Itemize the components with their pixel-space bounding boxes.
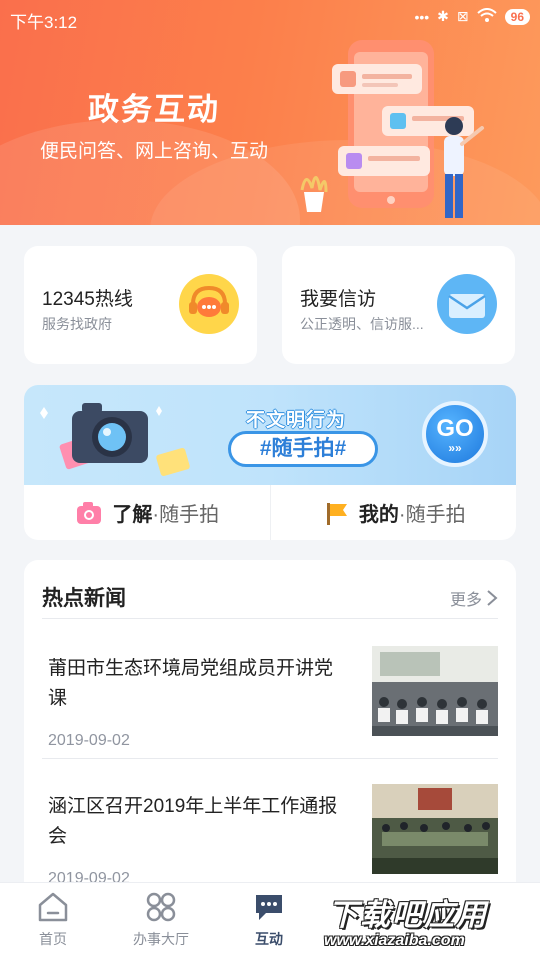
envelope-icon: [437, 274, 497, 334]
status-icons: ••• ✱ ⊠ 96: [414, 8, 530, 25]
pink-camera-icon: [77, 501, 102, 524]
hotline-12345-card[interactable]: 12345热线 服务找政府: [24, 246, 257, 364]
snapshot-banner[interactable]: 不文明行为 #随手拍# GO »»: [24, 385, 516, 485]
my-snapshot-link[interactable]: 我的·随手拍: [269, 485, 517, 540]
camera-icon: [40, 403, 190, 476]
my-label: 我的: [358, 504, 399, 526]
more-news-link[interactable]: 更多: [450, 586, 498, 610]
tab-service-hall[interactable]: 办事大厅: [116, 891, 206, 949]
go-button[interactable]: GO »»: [422, 401, 488, 467]
hotline-title: 12345热线: [42, 289, 133, 310]
tab-service-hall-label: 办事大厅: [133, 931, 189, 947]
my-suffix: ·随手拍: [398, 504, 466, 526]
learn-label: 了解: [112, 504, 153, 526]
status-time: 下午3:12: [10, 13, 78, 32]
snapshot-hashtag: #随手拍#: [228, 431, 378, 467]
more-label: 更多: [449, 592, 482, 609]
news-title: 涵江区召开2019年上半年工作通报会: [48, 796, 338, 847]
go-label: GO: [436, 415, 474, 442]
watermark-title: 下载吧应用: [328, 899, 488, 932]
hot-news-section: 热点新闻 更多 莆田市生态环境局党组成员开讲党课 2019-09-02 涵江区召…: [24, 560, 516, 890]
phone-illustration-icon: [300, 40, 484, 218]
hotline-subtitle: 服务找政府: [42, 316, 112, 332]
home-icon: [38, 892, 68, 922]
news-date: 2019-09-02: [48, 732, 130, 749]
status-bar: 下午3:12 ••• ✱ ⊠ 96: [0, 0, 540, 36]
tab-interaction[interactable]: 互动: [224, 891, 314, 949]
more-dots-icon: •••: [414, 8, 430, 25]
learn-snapshot-link[interactable]: 了解·随手拍: [24, 485, 270, 540]
grid-icon: [146, 892, 176, 922]
page-subtitle: 便民问答、网上咨询、互动: [40, 141, 269, 162]
watermark-url: www.xiazaiba.com: [324, 932, 465, 949]
tab-interaction-label: 互动: [255, 931, 283, 947]
wifi-icon: [476, 8, 497, 25]
tab-home-label: 首页: [39, 931, 67, 947]
chat-icon: [256, 895, 282, 920]
watermark-logo: 下载吧应用 www.xiazaiba.com: [322, 890, 536, 956]
news-thumbnail: [372, 646, 498, 736]
petition-card[interactable]: 我要信访 公正透明、信访服...: [282, 246, 515, 364]
snapshot-tagline: 不文明行为: [246, 410, 347, 431]
news-thumbnail: [372, 784, 498, 874]
learn-suffix: ·随手拍: [152, 504, 220, 526]
chevron-right-icon: [487, 590, 498, 606]
sim-icon: ⊠: [456, 8, 469, 24]
battery-icon: 96: [504, 8, 530, 25]
flag-icon: [326, 502, 347, 525]
news-item[interactable]: 莆田市生态环境局党组成员开讲党课 2019-09-02: [42, 644, 498, 762]
petition-title: 我要信访: [300, 289, 377, 310]
headset-chat-icon: [179, 274, 239, 334]
news-heading: 热点新闻: [42, 587, 126, 610]
page-title: 政务互动: [88, 92, 220, 127]
snapshot-links: 了解·随手拍 我的·随手拍: [24, 485, 516, 540]
bluetooth-icon: ✱: [437, 8, 449, 24]
triple-chevron-icon: »»: [448, 441, 462, 455]
news-title: 莆田市生态环境局党组成员开讲党课: [48, 658, 334, 709]
petition-subtitle: 公正透明、信访服...: [300, 316, 424, 332]
snapshot-card: 不文明行为 #随手拍# GO »» 了解·随手拍 我的·随手拍: [24, 385, 516, 540]
tab-home[interactable]: 首页: [8, 891, 98, 949]
divider: [42, 618, 498, 619]
hero-banner: 下午3:12 ••• ✱ ⊠ 96 政务互动 便民问答、网上咨询、互动: [0, 0, 540, 225]
divider: [42, 758, 498, 759]
